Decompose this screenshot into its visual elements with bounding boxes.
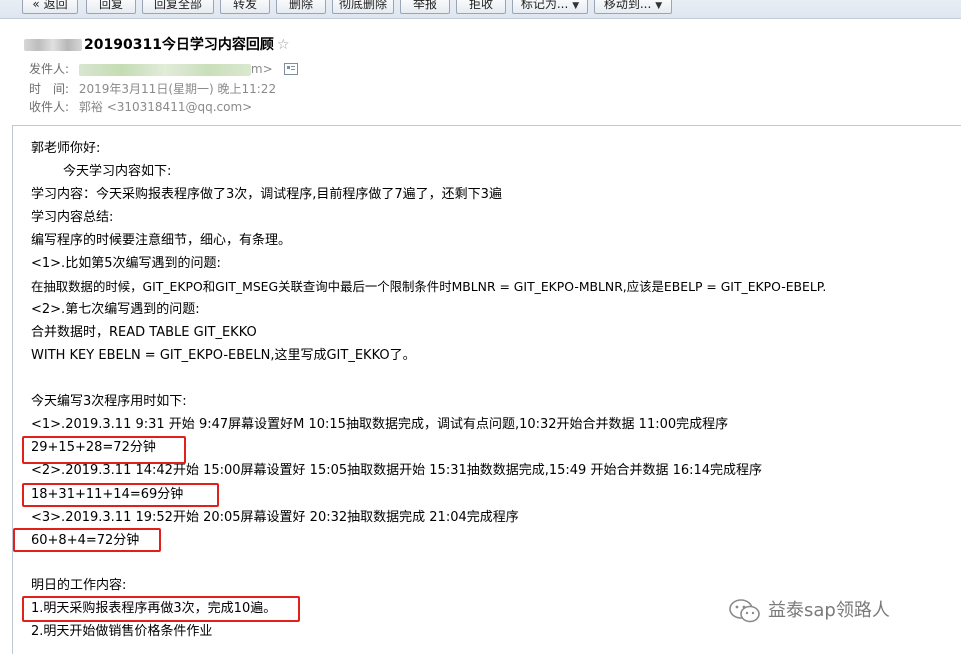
from-value-suffix: m> xyxy=(250,62,273,76)
reject-button[interactable]: 拒收 xyxy=(456,0,506,14)
to-value[interactable]: 郭裕 <310318411@qq.com> xyxy=(79,100,252,114)
time-label: 时 间: xyxy=(29,82,70,96)
forward-button[interactable]: 转发 xyxy=(220,0,270,14)
highlight-box xyxy=(22,596,300,622)
body-line: 明日的工作内容: xyxy=(31,578,127,593)
email-body-frame xyxy=(12,125,961,654)
mark-as-dropdown[interactable]: 标记为... ▼ xyxy=(512,0,588,14)
body-line: <2>.2019.3.11 14:42开始 15:00屏幕设置好 15:05抽取… xyxy=(31,463,763,478)
highlight-box xyxy=(13,528,161,552)
body-line: 合并数据时，READ TABLE GIT_EKKO xyxy=(31,325,257,340)
body-line: 今天学习内容如下: xyxy=(63,164,172,179)
move-to-dropdown[interactable]: 移动到... ▼ xyxy=(594,0,672,14)
body-line: WITH KEY EBELN = GIT_EKPO-EBELN,这里写成GIT_… xyxy=(31,348,416,363)
redacted-sender-address xyxy=(78,63,251,76)
reply-button[interactable]: 回复 xyxy=(86,0,136,14)
body-line: 2.明天开始做销售价格条件作业 xyxy=(31,624,213,639)
highlight-box xyxy=(22,436,186,464)
contact-card-icon[interactable] xyxy=(284,62,299,75)
reply-all-button[interactable]: 回复全部 xyxy=(142,0,214,14)
to-label: 收件人: xyxy=(29,100,70,114)
back-button[interactable]: « 返回 xyxy=(22,0,78,14)
body-line: <3>.2019.3.11 19:52开始 20:05屏幕设置好 20:32抽取… xyxy=(31,510,519,525)
watermark-text: 益泰sap领路人 xyxy=(768,600,890,621)
body-line: 学习内容：今天采购报表程序做了3次，调试程序,目前程序做了7遍了，还剩下3遍 xyxy=(31,187,502,202)
permanent-delete-button[interactable]: 彻底删除 xyxy=(332,0,394,14)
greeting: 郭老师你好: xyxy=(31,141,101,156)
body-line: <1>.2019.3.11 9:31 开始 9:47屏幕设置好M 10:15抽取… xyxy=(31,417,729,432)
back-arrow-icon: « xyxy=(32,0,44,11)
subject-text: 20190311今日学习内容回顾 xyxy=(84,37,274,53)
body-line: 学习内容总结: xyxy=(31,210,114,225)
wechat-watermark: 益泰sap领路人 xyxy=(728,596,890,626)
time-value: 2019年3月11日(星期一) 晚上11:22 xyxy=(78,82,277,96)
mail-toolbar: « 返回 回复 回复全部 转发 删除 彻底删除 举报 拒收 标记为... ▼ 移动… xyxy=(0,0,961,19)
to-row: 收件人: 郭裕 <310318411@qq.com> xyxy=(29,98,252,115)
chevron-down-icon: ▼ xyxy=(655,1,663,11)
from-label: 发件人: xyxy=(29,62,70,76)
time-row: 时 间: 2019年3月11日(星期一) 晚上11:22 xyxy=(29,80,276,97)
report-spam-button[interactable]: 举报 xyxy=(400,0,450,14)
body-line: 在抽取数据的时候，GIT_EKPO和GIT_MSEG关联查询中最后一个限制条件时… xyxy=(31,279,827,294)
body-line: <1>.比如第5次编写遇到的问题: xyxy=(31,256,221,271)
highlight-box xyxy=(22,483,219,507)
wechat-icon xyxy=(729,599,760,623)
body-line: <2>.第七次编写遇到的问题: xyxy=(31,302,200,317)
star-icon[interactable]: ☆ xyxy=(277,37,290,53)
from-row: 发件人: m> xyxy=(29,60,299,77)
redacted-sender-name xyxy=(24,39,82,51)
chevron-down-icon: ▼ xyxy=(572,1,580,11)
body-line: 编写程序的时候要注意细节，细心，有条理。 xyxy=(31,233,292,248)
email-subject: 20190311今日学习内容回顾 ☆ xyxy=(24,34,290,54)
delete-button[interactable]: 删除 xyxy=(276,0,326,14)
body-line: 今天编写3次程序用时如下: xyxy=(31,394,187,409)
